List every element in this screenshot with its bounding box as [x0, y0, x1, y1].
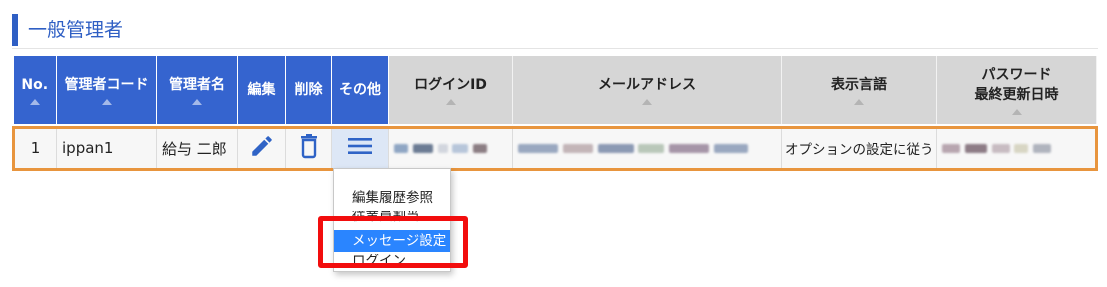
cell-no: 1: [12, 125, 57, 171]
cell-password-updated: [936, 125, 1098, 171]
cell-edit: [237, 125, 286, 171]
column-header-label: 表示言語: [831, 77, 887, 93]
column-header-label-line1: パスワード: [981, 67, 1052, 83]
redacted-block: [964, 144, 987, 153]
redacted-block: [452, 144, 469, 153]
cell-admin-name: 給与 二郎: [156, 125, 238, 171]
pencil-icon[interactable]: [249, 133, 275, 163]
redacted-block: [1014, 144, 1029, 153]
menu-item-message-settings[interactable]: メッセージ設定: [334, 230, 450, 252]
column-header-label-line2: 最終更新日時: [974, 87, 1059, 103]
redacted-block: [437, 144, 448, 153]
cell-language: オプションの設定に従う: [781, 125, 937, 171]
sort-arrow-icon: [854, 99, 864, 105]
sort-arrow-icon: [1011, 109, 1022, 115]
trash-icon[interactable]: [297, 133, 321, 163]
column-header-label: 管理者コード: [64, 77, 149, 93]
section-divider: [12, 48, 1098, 49]
table-header-row: No. 管理者コード 管理者名 編集 削除 その他 ログインID メールアドレス…: [13, 56, 1097, 124]
cell-delete: [285, 125, 332, 171]
table-row: 1 ippan1 給与 二郎 オプションの設定に従う: [12, 125, 1098, 171]
column-header-label: 削除: [294, 82, 323, 98]
sort-arrow-icon: [29, 99, 40, 105]
redacted-block: [562, 144, 593, 153]
redacted-block: [942, 144, 960, 153]
redacted-block: [473, 144, 488, 153]
column-header-login-id[interactable]: ログインID: [388, 56, 513, 124]
redacted-block: [518, 144, 558, 153]
sort-arrow-icon: [101, 99, 112, 105]
sort-arrow-icon: [445, 99, 456, 105]
column-header-other: その他: [331, 56, 389, 124]
column-header-admin-code[interactable]: 管理者コード: [56, 56, 157, 124]
redacted-block: [713, 144, 748, 153]
column-header-email[interactable]: メールアドレス: [512, 56, 782, 124]
cell-email: [512, 125, 782, 171]
column-header-label: No.: [21, 77, 49, 93]
redacted-block: [638, 144, 665, 153]
sort-arrow-icon: [642, 99, 652, 105]
redacted-block: [669, 144, 710, 153]
redacted-block: [991, 144, 1010, 153]
admin-table: No. 管理者コード 管理者名 編集 削除 その他 ログインID メールアドレス…: [12, 56, 1098, 171]
redacted-block: [394, 144, 408, 153]
menu-item-assign-employees[interactable]: 従業員割当: [334, 211, 450, 227]
other-actions-dropdown: 編集履歴参照 従業員割当 メッセージ設定 ログイン: [333, 168, 451, 272]
sort-arrow-icon: [192, 99, 202, 105]
menu-item-login[interactable]: ログイン: [334, 254, 450, 270]
menu-item-edit-history[interactable]: 編集履歴参照: [334, 187, 450, 209]
column-header-no[interactable]: No.: [13, 56, 57, 124]
column-header-label: 管理者名: [169, 77, 225, 93]
column-header-label: ログインID: [414, 77, 487, 93]
column-header-admin-name[interactable]: 管理者名: [156, 56, 238, 124]
column-header-language[interactable]: 表示言語: [781, 56, 937, 124]
column-header-edit: 編集: [237, 56, 286, 124]
cell-other: [331, 125, 389, 171]
hamburger-menu-icon[interactable]: [347, 136, 373, 160]
redacted-block: [1033, 144, 1052, 153]
section-title: 一般管理者: [12, 14, 1092, 46]
cell-login-id: [388, 125, 513, 171]
column-header-label: メールアドレス: [598, 77, 696, 93]
section-title-text: 一般管理者: [28, 19, 124, 41]
cell-admin-code: ippan1: [56, 125, 157, 171]
column-header-delete: 削除: [285, 56, 332, 124]
column-header-label: 編集: [247, 82, 276, 98]
redacted-block: [597, 144, 634, 153]
column-header-password-updated[interactable]: パスワード 最終更新日時: [936, 56, 1097, 124]
column-header-label: その他: [339, 82, 381, 98]
redacted-block: [412, 144, 433, 153]
